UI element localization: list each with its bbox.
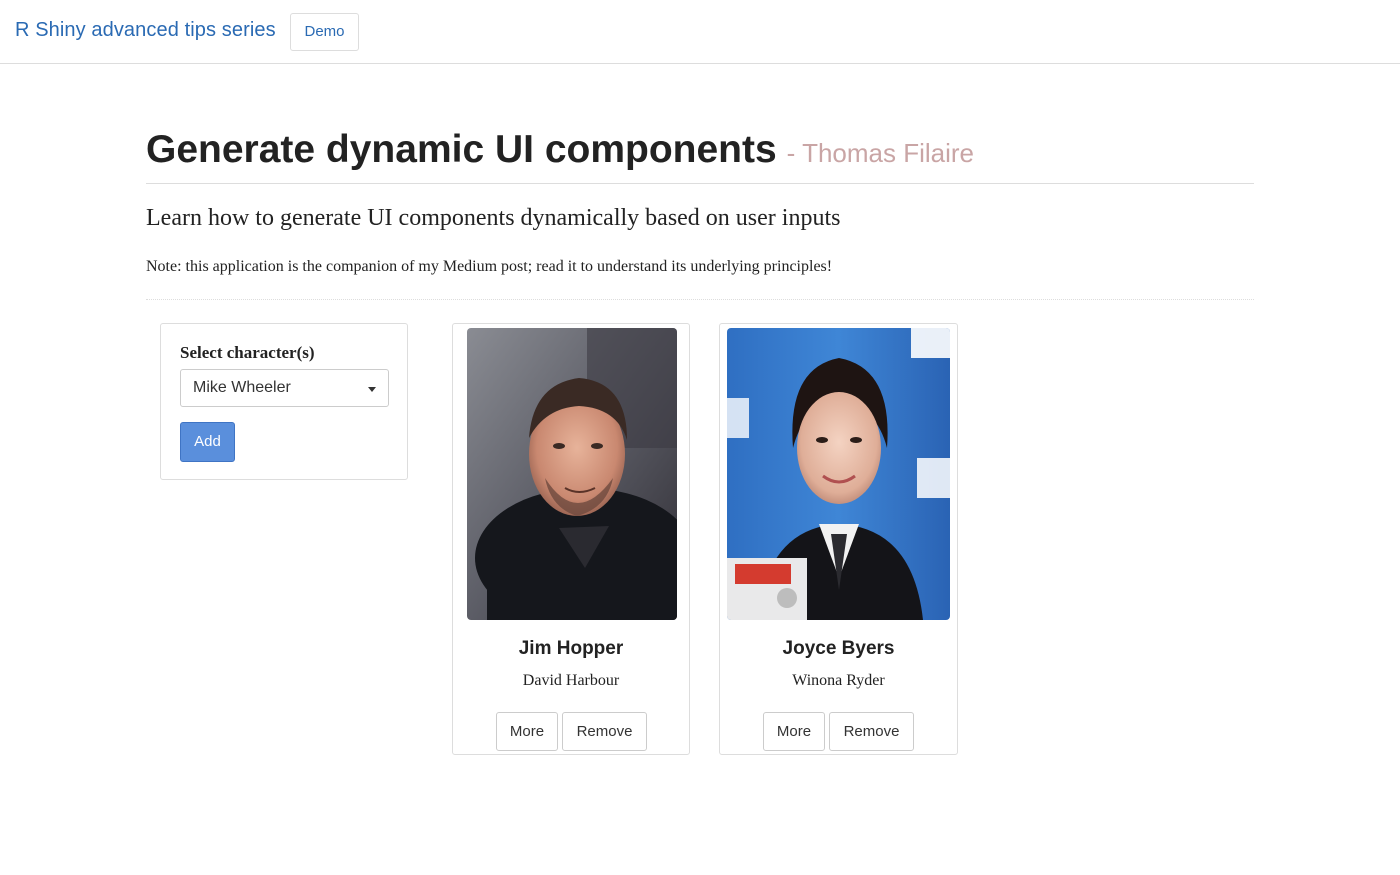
character-photo-image (727, 328, 950, 620)
character-select[interactable]: Mike Wheeler (180, 369, 389, 407)
character-photo (727, 328, 950, 620)
character-name: Jim Hopper (518, 638, 624, 659)
actor-name: Winona Ryder (792, 672, 885, 689)
character-card: Joyce Byers Winona Ryder More Remove (719, 323, 958, 755)
page-header: Generate dynamic UI components - Thomas F… (146, 118, 1254, 184)
section-divider (146, 299, 1254, 300)
actor-name: David Harbour (522, 672, 620, 689)
more-button[interactable]: More (496, 712, 558, 751)
character-photo-image (467, 328, 677, 620)
select-character-label: Select character(s) (180, 343, 315, 362)
page-author: - Thomas Filaire (786, 138, 975, 168)
page-subtitle: Learn how to generate UI components dyna… (146, 205, 841, 231)
character-photo (467, 328, 677, 620)
more-button[interactable]: More (763, 712, 825, 751)
page-title: Generate dynamic UI components (146, 128, 777, 171)
add-button[interactable]: Add (180, 422, 235, 462)
character-name: Joyce Byers (782, 638, 895, 659)
navbar: R Shiny advanced tips series Demo (0, 0, 1400, 64)
remove-button[interactable]: Remove (829, 712, 914, 751)
tab-demo[interactable]: Demo (290, 13, 359, 51)
page-note: Note: this application is the companion … (146, 258, 833, 275)
caret-down-icon (368, 387, 376, 392)
character-select-value: Mike Wheeler (193, 379, 291, 396)
remove-button[interactable]: Remove (562, 712, 647, 751)
navbar-brand[interactable]: R Shiny advanced tips series (15, 19, 276, 42)
character-card: Jim Hopper David Harbour More Remove (452, 323, 690, 755)
sidebar-panel: Select character(s) Mike Wheeler Add (160, 323, 408, 480)
